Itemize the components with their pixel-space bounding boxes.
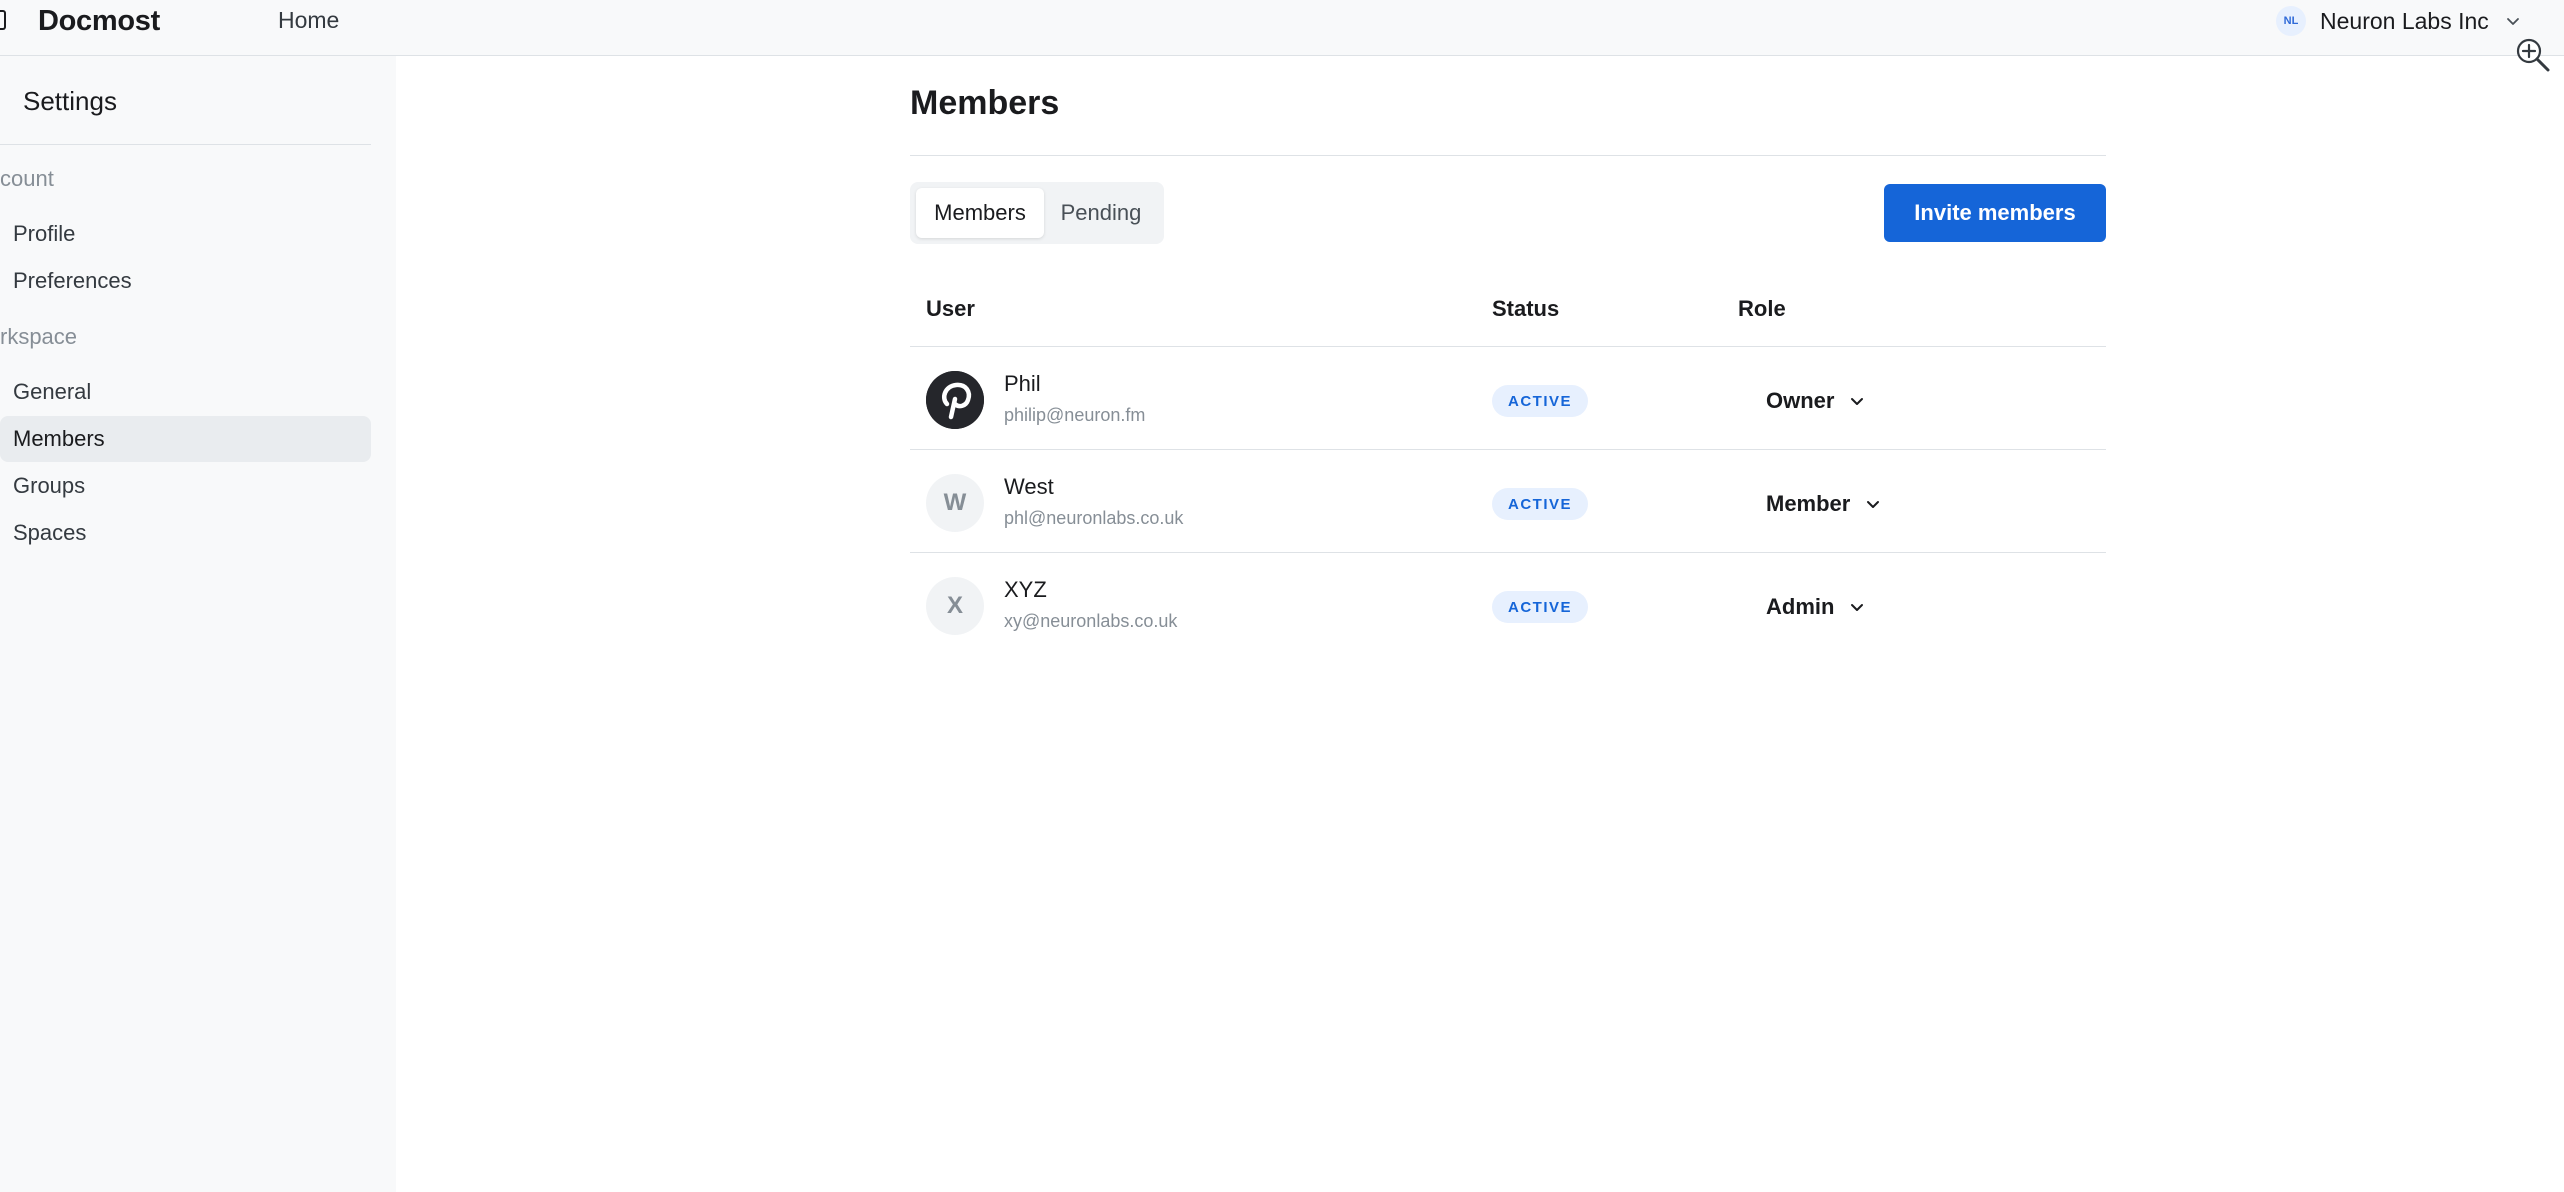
sidebar-item-preferences[interactable]: Preferences [0, 258, 371, 304]
sidebar-title: Settings [23, 86, 117, 116]
table-row: X XYZ xy@neuronlabs.co.uk ACTIVE Admin [910, 553, 2106, 656]
avatar: W [926, 474, 984, 532]
user-name: West [1004, 474, 1054, 499]
chevron-down-icon [2506, 18, 2519, 25]
user-email: xy@neuronlabs.co.uk [1004, 611, 1178, 631]
zoom-in-icon[interactable] [2514, 36, 2552, 74]
tab-pending[interactable]: Pending [1044, 188, 1158, 238]
members-tabs: Members Pending [910, 182, 1164, 244]
role-select[interactable]: Owner [1766, 384, 1866, 418]
workspace-menu[interactable]: NL Neuron Labs Inc [2276, 4, 2521, 38]
sidebar-item-groups[interactable]: Groups [0, 463, 371, 509]
home-link[interactable]: Home [278, 5, 339, 35]
user-name: Phil [1004, 371, 1041, 396]
top-bar: Docmost Home NL Neuron Labs Inc [0, 0, 2564, 56]
sidebar-item-spaces[interactable]: Spaces [0, 510, 371, 556]
app-logo[interactable]: Docmost [38, 2, 160, 40]
column-user: User [926, 296, 975, 321]
workspace-avatar: NL [2276, 6, 2306, 36]
chevron-down-icon [1851, 398, 1864, 405]
role-value: Admin [1766, 594, 1835, 619]
role-select[interactable]: Member [1766, 487, 1882, 521]
status-badge: ACTIVE [1492, 385, 1589, 417]
table-header: User Status Role [910, 286, 2106, 347]
user-name: XYZ [1004, 577, 1047, 602]
user-email: phl@neuronlabs.co.uk [1004, 508, 1184, 528]
sidebar-item-general[interactable]: General [0, 369, 371, 415]
sidebar-item-profile[interactable]: Profile [0, 211, 371, 257]
table-row: Phil philip@neuron.fm ACTIVE Owner [910, 347, 2106, 450]
avatar [926, 371, 984, 429]
role-value: Owner [1766, 388, 1835, 413]
pinterest-logo-icon [926, 371, 984, 429]
status-badge: ACTIVE [1492, 488, 1589, 520]
column-role: Role [1738, 296, 1786, 321]
sidebar-item-members[interactable]: Members [0, 416, 371, 462]
tab-members[interactable]: Members [916, 188, 1044, 238]
role-value: Member [1766, 491, 1851, 516]
settings-sidebar: Settings count Profile Preferences rkspa… [0, 56, 396, 1192]
invite-members-button[interactable]: Invite members [1884, 184, 2106, 242]
status-badge: ACTIVE [1492, 591, 1589, 623]
chevron-down-icon [1867, 501, 1880, 508]
table-row: W West phl@neuronlabs.co.uk ACTIVE Membe… [910, 450, 2106, 553]
role-select[interactable]: Admin [1766, 590, 1866, 624]
sidebar-toggle-icon[interactable] [0, 10, 6, 30]
chevron-down-icon [1851, 604, 1864, 611]
members-table: User Status Role Phil philip@neuron.fm A… [910, 286, 2106, 656]
sidebar-divider [0, 144, 371, 145]
user-email: philip@neuron.fm [1004, 405, 1146, 425]
title-divider [910, 155, 2106, 156]
section-account: count [0, 166, 54, 191]
column-status: Status [1492, 296, 1560, 321]
workspace-name: Neuron Labs Inc [2320, 7, 2489, 34]
section-workspace: rkspace [0, 324, 78, 349]
avatar: X [926, 577, 984, 635]
page-title: Members [910, 84, 1060, 122]
